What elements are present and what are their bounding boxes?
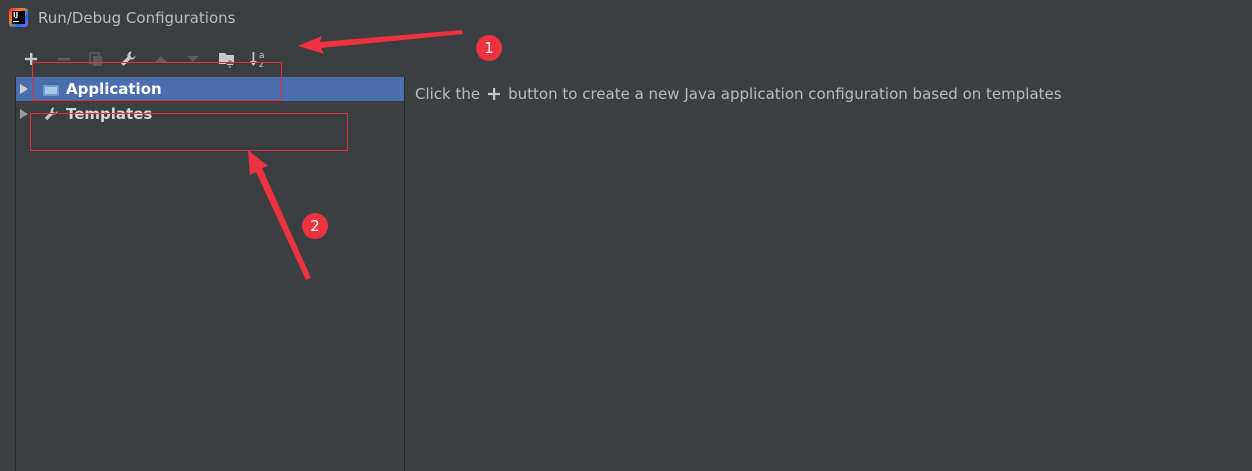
annotation-arrows bbox=[248, 30, 463, 280]
annotation-badge-1: 1 bbox=[476, 35, 502, 61]
annotation-arrow-2 bbox=[248, 150, 311, 280]
badge-2-text: 2 bbox=[310, 217, 320, 235]
annotation-arrow-1 bbox=[298, 30, 463, 54]
badge-1-text: 1 bbox=[484, 39, 494, 57]
annotation-badge-2: 2 bbox=[302, 213, 328, 239]
